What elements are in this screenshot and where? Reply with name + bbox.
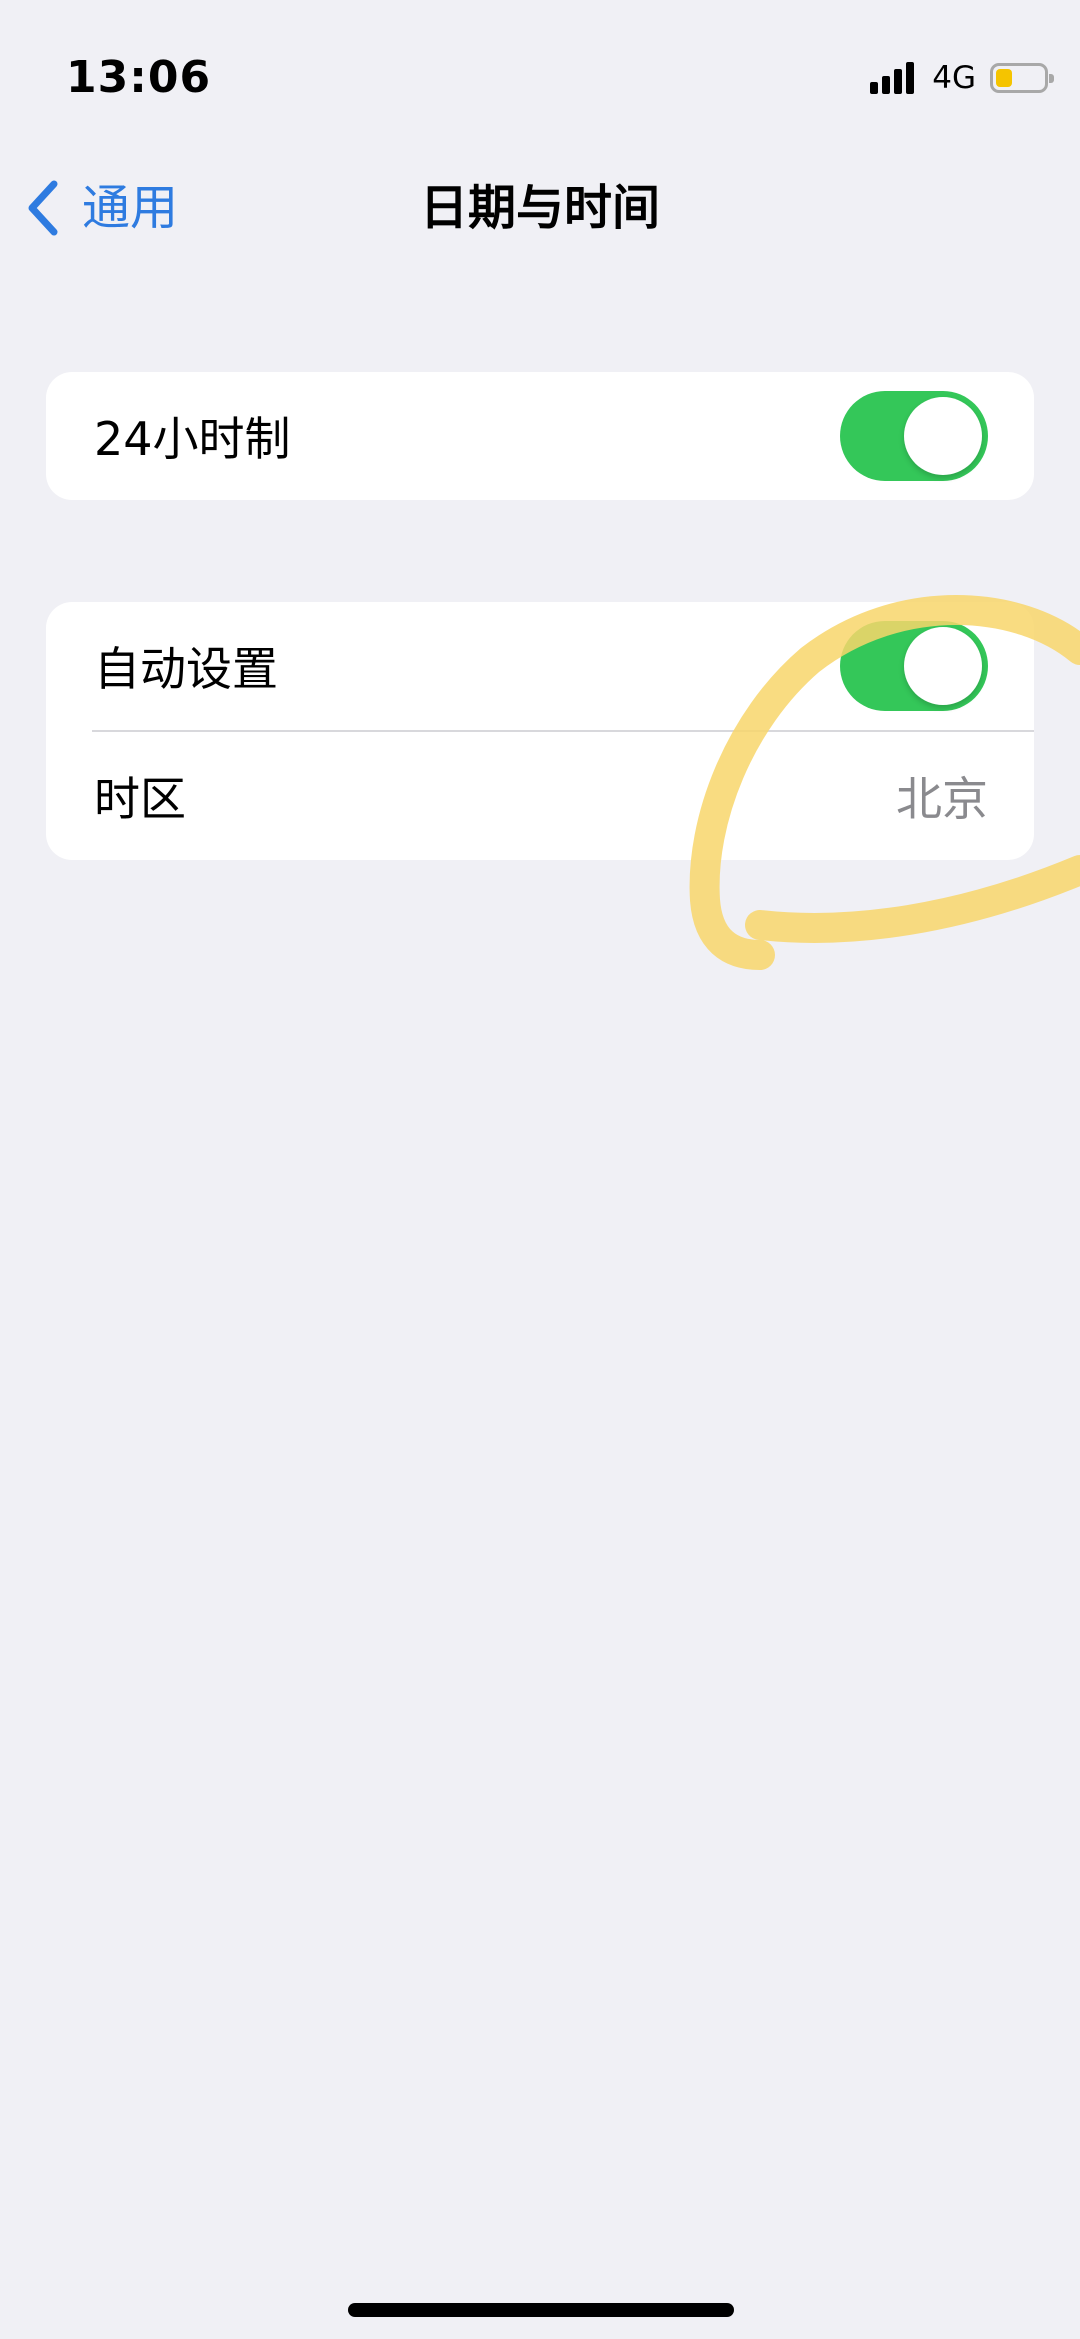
battery-icon [990, 63, 1054, 93]
status-bar: 13:06 4G [0, 0, 1080, 150]
setting-label-24-hour: 24小时制 [94, 412, 291, 466]
setting-label-auto-set: 自动设置 [94, 642, 278, 696]
setting-row-24-hour: 24小时制 [46, 372, 1034, 500]
setting-row-time-zone[interactable]: 时区 北京 [46, 732, 1034, 860]
setting-label-time-zone: 时区 [94, 772, 186, 826]
time-zone-value: 北京 [896, 772, 988, 826]
back-button[interactable]: 通用 [22, 176, 178, 240]
back-button-label: 通用 [82, 180, 179, 236]
cellular-signal-icon [870, 62, 918, 94]
home-indicator[interactable] [348, 2303, 734, 2317]
highlighter-annotation [689, 595, 1080, 970]
status-indicators: 4G [870, 58, 1054, 98]
toggle-auto-set[interactable] [840, 621, 988, 711]
battery-level-fill [996, 69, 1012, 87]
settings-group-auto: 自动设置 时区 北京 [46, 602, 1034, 860]
toggle-knob [904, 397, 982, 475]
toggle-24-hour[interactable] [840, 391, 988, 481]
setting-row-auto-set: 自动设置 [46, 602, 1034, 730]
chevron-left-icon [28, 180, 58, 236]
navigation-bar: 日期与时间 通用 [0, 150, 1080, 270]
toggle-knob [904, 627, 982, 705]
status-time: 13:06 [66, 52, 212, 103]
settings-group-time-format: 24小时制 [46, 372, 1034, 500]
network-type: 4G [932, 60, 976, 96]
battery-cap [1049, 74, 1054, 83]
